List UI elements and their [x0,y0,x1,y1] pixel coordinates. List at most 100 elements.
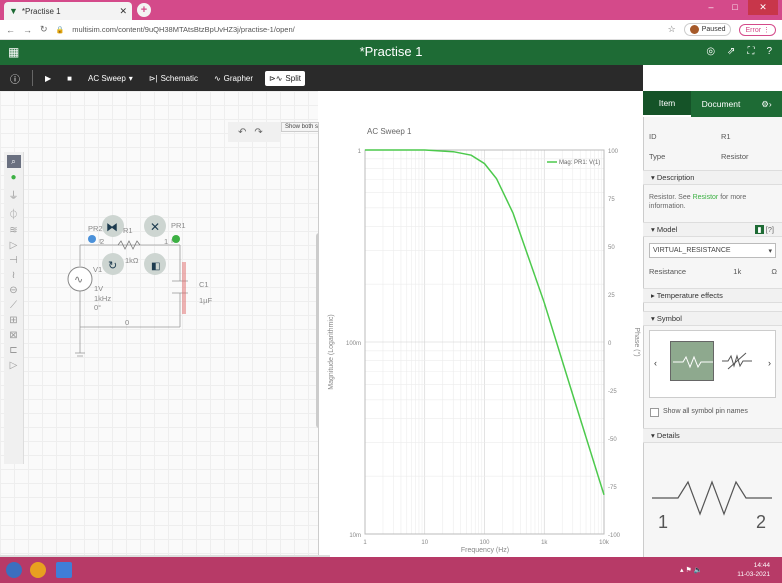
description-text: Resistor. See Resistor for more informat… [649,193,773,211]
symbol-section-header[interactable]: ▾ Symbol [643,311,782,326]
new-tab-button[interactable]: + [137,3,151,17]
svg-text:✕: ✕ [150,220,160,234]
fullscreen-icon[interactable]: ⛶ [747,46,754,57]
grapher-icon: ∿ [213,73,221,83]
model-section-header[interactable]: ▾ Model ▮ [?] [643,222,782,237]
chevron-down-icon: ▾ [768,248,772,255]
analysis-dropdown[interactable]: AC Sweep ▾ [84,71,137,86]
split-view-button[interactable]: ⊳∿ Split [265,70,305,86]
node-1-label: 1 [164,237,168,246]
schematic-icon: ⊳| [148,73,158,83]
window-controls: – □ ✕ [700,0,778,15]
avatar [689,25,699,34]
y-axis-label-left: Magnitude (Logarithmic) [328,314,335,389]
symbol-option-variable[interactable] [722,349,752,373]
file-explorer-icon[interactable] [56,562,72,578]
pin-1-label: 1 [658,512,668,532]
type-label: Type [649,152,666,161]
close-tab-icon[interactable]: ✕ [119,6,127,17]
url-field[interactable]: multisim.com/content/9uQH38MTAtsBtzBpUvH… [72,25,659,34]
stop-button[interactable]: ■ [63,71,76,86]
description-section-header[interactable]: ▾ Description [643,170,782,185]
tab-document[interactable]: Document [691,91,751,117]
system-tray-icons[interactable]: ▴ ⚑ 🔈 [680,566,702,574]
help-icon[interactable]: ? [766,46,772,57]
x-tick-label: 1 [363,540,367,546]
run-button[interactable]: ▶ [41,71,55,86]
reload-icon[interactable]: ↻ [40,24,48,35]
model-select[interactable]: VIRTUAL_RESISTANCE ▾ [649,243,776,258]
temperature-section-header[interactable]: ▸ Temperature effects [643,288,782,303]
resistor-help-link[interactable]: Resistor [693,194,719,201]
y-tick-label-right: 100 [608,149,619,155]
y-tick-label-right: -50 [608,437,617,443]
pin-2-label: 2 [756,512,766,532]
svg-text:◧: ◧ [151,261,160,272]
svg-text:∿: ∿ [74,274,83,286]
model-value: VIRTUAL_RESISTANCE [653,247,731,254]
v1-amplitude: 1V [94,284,103,293]
tab-item[interactable]: Item [643,91,691,117]
id-value-field[interactable]: R1 [721,132,777,141]
app-header: ▦ *Practise 1 ◎ ⇗ ⛶ ? [0,40,782,65]
svg-text:↻: ↻ [108,260,117,272]
fingerprint-icon[interactable]: ◎ [706,46,715,57]
circuit-diagram[interactable]: ∿ ⧓ ✕ ↻ ◧ PR2 PR1 R1 1kΩ V1 1V 1kHz 0° C… [0,91,318,555]
temperature-label: Temperature effects [656,291,723,300]
windows-taskbar [0,557,782,583]
error-button[interactable]: Error ⋮ [739,23,776,36]
back-icon[interactable]: ← [6,25,15,35]
start-icon[interactable] [6,562,22,578]
bode-plot[interactable]: AC Sweep 1 1 10 100 1k 10k 1 100m 10m 100 75 50 25 0… [319,122,644,555]
profile-paused-button[interactable]: Paused [683,23,732,36]
desc-pre: Resistor. See [649,194,693,201]
show-pins-label: Show all symbol pin names [663,408,748,415]
close-window-button[interactable]: ✕ [748,0,778,15]
clock-date: 11-03-2021 [737,571,770,578]
x-tick-label: 1k [541,540,548,546]
node-2-label: 2 [100,237,104,246]
divider [32,70,33,86]
carousel-next-icon[interactable]: › [768,358,771,368]
resistance-row: Resistance 1k Ω [649,267,777,276]
model-help-link[interactable]: [?] [766,225,774,234]
y-tick-label-right: -75 [608,485,617,491]
chrome-taskbar-icon[interactable] [30,562,46,578]
paused-label: Paused [701,26,726,33]
tab-title: *Practise 1 [21,6,61,16]
maximize-button[interactable]: □ [724,0,746,15]
x-axis-label: Frequency (Hz) [461,547,509,554]
bookmark-star-icon[interactable]: ☆ [668,24,676,35]
v1-frequency: 1kHz [94,294,111,303]
show-pins-checkbox[interactable] [650,408,659,417]
share-icon[interactable]: ⇗ [727,46,735,57]
minimize-button[interactable]: – [700,0,722,15]
details-section-header[interactable]: ▾ Details [643,428,782,443]
y-tick-label-right: 75 [608,197,615,203]
pr2-label: PR2 [88,224,103,233]
carousel-prev-icon[interactable]: ‹ [654,358,657,368]
info-icon[interactable]: ⓘ [6,68,24,89]
v1-label: V1 [93,265,102,274]
project-title: *Practise 1 [359,44,423,59]
symbol-option-selected[interactable] [670,341,714,381]
node-pr1-marker [172,235,180,243]
type-row: Type Resistor [649,152,777,161]
description-label: Description [656,173,695,182]
resistance-input[interactable]: 1k [733,267,759,276]
c1-value: 1µF [199,296,212,305]
address-bar: ← → ↻ 🔒 multisim.com/content/9uQH38MTAts… [0,20,782,40]
id-label: ID [649,132,657,141]
c1-label: C1 [199,280,209,289]
resistance-unit: Ω [771,267,777,276]
clock[interactable]: 14:44 11-03-2021 [737,561,770,579]
v1-phase: 0° [94,303,101,312]
settings-gear-icon[interactable]: ⚙› [751,91,782,117]
grapher-view-button[interactable]: ∿ Grapher [210,71,257,86]
toolbar: ⓘ ▶ ■ AC Sweep ▾ ⊳| Schematic ∿ Grapher ⊳∿… [0,65,643,91]
schematic-view-button[interactable]: ⊳| Schematic [145,71,202,86]
node-pr2-marker [88,235,96,243]
forward-icon[interactable]: → [23,25,32,35]
grapher-panel: AC Sweep 1 1 10 100 1k 10k 1 100m 10m 100 75 50 25 0… [318,122,643,555]
browser-tab[interactable]: ▼ *Practise 1 ✕ [4,2,132,20]
